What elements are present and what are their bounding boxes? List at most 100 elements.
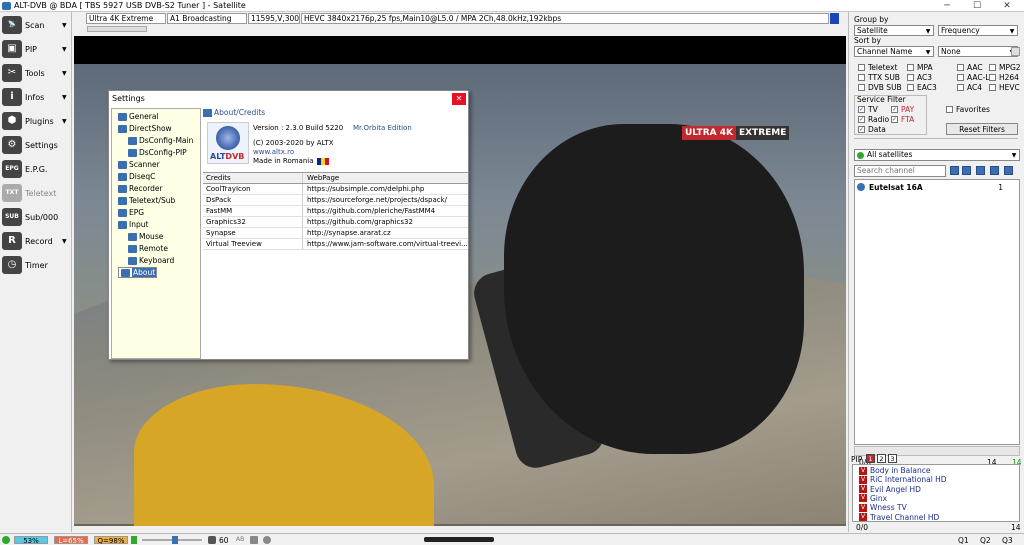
- add-icon[interactable]: [1004, 166, 1013, 175]
- filter-hevc-checkbox[interactable]: HEVC: [989, 83, 1020, 92]
- pip-channel-name: Body in Balance: [870, 466, 931, 475]
- pip-channel-list[interactable]: V Body in Balance V RiC International HD V Ev…: [852, 464, 1020, 522]
- list-view-icon[interactable]: [962, 166, 971, 175]
- filter-aac-checkbox[interactable]: AAC: [957, 63, 983, 72]
- tree-item-directshow[interactable]: DirectShow: [118, 123, 172, 135]
- favorites-checkbox[interactable]: Favorites: [946, 105, 990, 114]
- list-item[interactable]: V Evil Angel HD: [859, 485, 921, 494]
- sort-direction-icon[interactable]: [1011, 47, 1020, 56]
- close-button[interactable]: ✕: [992, 0, 1022, 12]
- tree-item-scanner[interactable]: Scanner: [118, 159, 160, 171]
- table-row[interactable]: DsPack https://sourceforge.net/projects/d…: [203, 195, 468, 206]
- toolbar-teletext-button[interactable]: TXT Teletext: [2, 182, 70, 204]
- tree-item-diseqc[interactable]: DiseqC: [118, 171, 155, 183]
- toolbar-pip-button[interactable]: ▣ PIP ▼: [2, 38, 70, 60]
- pip-tab-2[interactable]: 2: [877, 454, 886, 463]
- zoom-2-button[interactable]: Q2: [980, 536, 991, 545]
- toolbar-e-p-g--button[interactable]: EPG E.P.G.: [2, 158, 70, 180]
- satellite-select[interactable]: All satellites ▼: [854, 149, 1020, 161]
- toolbar-scan-button[interactable]: 📡 Scan ▼: [2, 14, 70, 36]
- snapshot-icon[interactable]: [263, 536, 271, 544]
- list-item[interactable]: V RiC International HD: [859, 475, 947, 484]
- maximize-button[interactable]: ☐: [962, 0, 992, 12]
- settings-close-button[interactable]: ✕: [452, 93, 466, 105]
- altdvb-logo-text-alt: ALT: [210, 152, 226, 161]
- toolbar-tools-button[interactable]: ✂ Tools ▼: [2, 62, 70, 84]
- timeshift-bar[interactable]: [424, 537, 494, 542]
- channel-list[interactable]: Eutelsat 16A 1: [854, 179, 1020, 445]
- credits-header-cell[interactable]: Credits: [203, 173, 303, 183]
- tree-item-keyboard[interactable]: Keyboard: [128, 255, 174, 267]
- toolbar-record-button[interactable]: R Record ▼: [2, 230, 70, 252]
- group-by-select[interactable]: Satellite ▼: [854, 25, 934, 36]
- tree-item-recorder[interactable]: Recorder: [118, 183, 163, 195]
- checkbox-label: HEVC: [999, 83, 1020, 92]
- tree-item-about[interactable]: About: [118, 267, 158, 278]
- transponder-info: 11595,V,30000: [248, 13, 300, 24]
- filter-aac-l-checkbox[interactable]: AAC-L: [957, 73, 989, 82]
- website-link[interactable]: www.altx.ro: [253, 148, 294, 156]
- tree-item-input[interactable]: Input: [118, 219, 148, 231]
- refresh-icon[interactable]: [976, 166, 985, 175]
- filter-ac4-checkbox[interactable]: AC4: [957, 83, 982, 92]
- list-item[interactable]: V Travel Channel HD: [859, 513, 939, 522]
- filter-dvb-sub-checkbox[interactable]: DVB SUB: [858, 83, 902, 92]
- audio-track-indicator[interactable]: AB: [236, 536, 244, 543]
- service-fta-checkbox[interactable]: ✓ FTA: [891, 115, 914, 124]
- speaker-icon[interactable]: [208, 536, 216, 544]
- satellite-row[interactable]: Eutelsat 16A 1: [857, 182, 1017, 192]
- group-by-secondary-select[interactable]: Frequency ▼: [938, 25, 1018, 36]
- tree-item-dsconfig-pip[interactable]: DsConfig-PIP: [128, 147, 187, 159]
- service-pay-checkbox[interactable]: ✓ PAY: [891, 105, 914, 114]
- table-row[interactable]: FastMM https://github.com/pleriche/FastMM…: [203, 206, 468, 217]
- record-indicator[interactable]: [830, 13, 839, 24]
- sort-by-select[interactable]: Channel Name ▼: [854, 46, 934, 57]
- toolbar-label: PIP: [25, 44, 38, 54]
- channel-logo-part-b: EXTREME: [735, 126, 790, 140]
- pip-tab-1[interactable]: 1: [866, 454, 875, 463]
- pip-tab-3[interactable]: 3: [888, 454, 897, 463]
- volume-slider-thumb[interactable]: [172, 536, 178, 544]
- tree-item-epg[interactable]: EPG: [118, 207, 144, 219]
- service-tv-checkbox[interactable]: ✓ TV: [858, 105, 878, 114]
- toolbar-label: Timer: [25, 260, 48, 270]
- filter-mpa-checkbox[interactable]: MPA: [907, 63, 933, 72]
- reset-filters-button[interactable]: Reset Filters: [946, 123, 1018, 135]
- tree-item-general[interactable]: General: [118, 111, 159, 123]
- tree-node-icon: [118, 161, 127, 169]
- tree-item-remote[interactable]: Remote: [128, 243, 168, 255]
- toolbar-infos-button[interactable]: i Infos ▼: [2, 86, 70, 108]
- list-item[interactable]: V Wness TV: [859, 503, 907, 512]
- zoom-1-button[interactable]: Q1: [958, 536, 969, 545]
- search-icon[interactable]: [950, 166, 959, 175]
- credits-header-cell[interactable]: WebPage: [303, 173, 468, 183]
- service-data-checkbox[interactable]: ✓ Data: [858, 125, 886, 134]
- filter-mpg2-checkbox[interactable]: MPG2: [989, 63, 1021, 72]
- filter-teletext-checkbox[interactable]: Teletext: [858, 63, 897, 72]
- list-item[interactable]: V Body in Balance: [859, 466, 930, 475]
- table-row[interactable]: Graphics32 https://github.com/graphics32: [203, 217, 468, 228]
- search-channel-input[interactable]: Search channel: [854, 165, 946, 177]
- table-row[interactable]: Synapse http://synapse.ararat.cz: [203, 228, 468, 239]
- tree-item-mouse[interactable]: Mouse: [128, 231, 163, 243]
- zoom-3-button[interactable]: Q3: [1002, 536, 1013, 545]
- toolbar-sub-000-button[interactable]: SUB Sub/000: [2, 206, 70, 228]
- tree-item-dsconfig-main[interactable]: DsConfig-Main: [128, 135, 193, 147]
- filter-icon[interactable]: [990, 166, 999, 175]
- toolbar-plugins-button[interactable]: ⬢ Plugins ▼: [2, 110, 70, 132]
- channel-info-strip: Ultra 4K Extreme A1 Broadcasting 11595,V…: [86, 13, 846, 24]
- filter-ac3-checkbox[interactable]: AC3: [907, 73, 932, 82]
- toolbar-settings-button[interactable]: ⚙ Settings: [2, 134, 70, 156]
- sort-by-secondary-select[interactable]: None▼: [938, 46, 1018, 57]
- tag-icon[interactable]: [250, 536, 258, 544]
- toolbar-timer-button[interactable]: ◷ Timer: [2, 254, 70, 276]
- tree-item-teletext-sub[interactable]: Teletext/Sub: [118, 195, 175, 207]
- table-row[interactable]: CoolTrayIcon https://subsimple.com/delphi…: [203, 184, 468, 195]
- filter-eac3-checkbox[interactable]: EAC3: [907, 83, 937, 92]
- table-row[interactable]: Virtual Treeview https://www.jam-software…: [203, 239, 468, 250]
- filter-ttx-sub-checkbox[interactable]: TTX SUB: [858, 73, 900, 82]
- minimize-button[interactable]: ─: [932, 0, 962, 12]
- service-radio-checkbox[interactable]: ✓ Radio: [858, 115, 889, 124]
- list-item[interactable]: V Ginx: [859, 494, 887, 503]
- filter-h264-checkbox[interactable]: H264: [989, 73, 1019, 82]
